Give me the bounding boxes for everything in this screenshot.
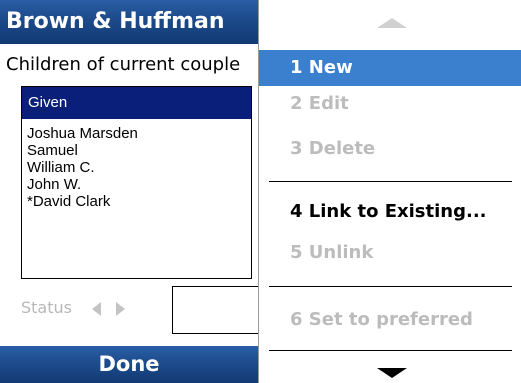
scroll-down-icon[interactable] (377, 368, 407, 378)
list-item[interactable]: Joshua Marsden (27, 125, 251, 142)
menu-item-set-to-preferred: 6 Set to preferred (290, 309, 473, 330)
next-arrow-icon[interactable] (116, 302, 125, 316)
done-button[interactable]: Done (0, 346, 258, 383)
menu-item-edit: 2 Edit (290, 93, 349, 114)
menu-item-new[interactable]: 1 New (259, 50, 521, 86)
menu-item-link-to-existing[interactable]: 4 Link to Existing... (259, 194, 521, 230)
children-list[interactable]: Given Joshua Marsden Samuel William C. J… (21, 86, 252, 279)
list-item[interactable]: John W. (27, 176, 251, 193)
status-row: Status (0, 284, 262, 344)
context-menu: 1 New 2 Edit 3 Delete 4 Link to Existing… (258, 0, 521, 383)
scroll-up-icon[interactable] (377, 18, 407, 28)
app-window: Brown & Huffman Children of current coup… (0, 0, 262, 383)
list-header-given[interactable]: Given (22, 87, 251, 119)
menu-separator (269, 181, 512, 182)
list-item[interactable]: William C. (27, 159, 251, 176)
menu-item-delete: 3 Delete (290, 138, 376, 159)
list-items: Joshua Marsden Samuel William C. John W.… (22, 119, 251, 210)
menu-separator (269, 286, 512, 287)
status-label: Status (21, 298, 72, 317)
previous-arrow-icon[interactable] (92, 302, 101, 316)
menu-separator (269, 350, 512, 351)
list-item[interactable]: Samuel (27, 142, 251, 159)
list-item[interactable]: *David Clark (27, 193, 251, 210)
title-bar: Brown & Huffman (0, 0, 258, 44)
status-field[interactable] (172, 286, 262, 334)
section-label: Children of current couple (6, 54, 241, 75)
menu-item-unlink: 5 Unlink (290, 242, 374, 263)
